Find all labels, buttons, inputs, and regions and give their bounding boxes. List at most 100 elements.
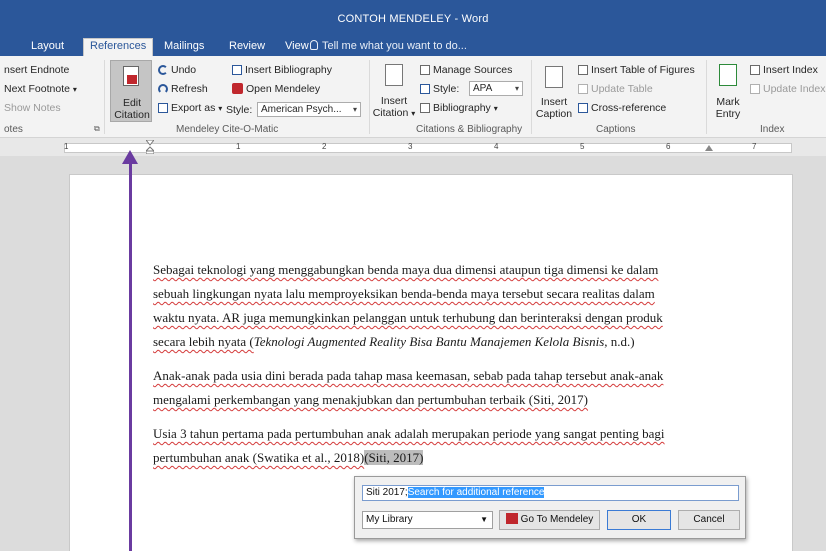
- chevron-down-icon: ▼: [480, 515, 488, 524]
- tab-references[interactable]: References: [83, 38, 154, 56]
- citations-group-label: Citations & Bibliography: [416, 124, 523, 135]
- search-selected-text: Search for additional reference: [407, 487, 545, 498]
- group-divider: [706, 60, 707, 134]
- insert-citation-label-2: Citation ▾: [372, 107, 416, 119]
- insert-index-label: Insert Index: [763, 64, 818, 76]
- edit-citation-label-2: Citation: [114, 109, 150, 121]
- undo-button[interactable]: Undo: [158, 64, 196, 77]
- go-to-mendeley-label: Go To Mendeley: [520, 514, 594, 525]
- insert-caption-label-1: Insert: [540, 96, 568, 108]
- insert-caption-label-2: Caption: [535, 108, 573, 120]
- tab-layout[interactable]: Layout: [25, 39, 70, 56]
- cancel-button[interactable]: Cancel: [678, 510, 740, 530]
- paragraph-line: sebuah lingkungan nyata lalu memproyeksi…: [153, 286, 655, 301]
- footnotes-group-label: otes: [4, 124, 23, 135]
- export-icon: [158, 103, 168, 113]
- insert-endnote-button[interactable]: nsert Endnote: [4, 64, 69, 77]
- group-divider: [104, 60, 105, 134]
- library-select[interactable]: My Library ▼: [362, 511, 493, 529]
- update-table-button[interactable]: Update Table: [578, 83, 653, 96]
- ribbon: nsert Endnote Next Footnote ▾ Show Notes…: [0, 56, 826, 138]
- ruler-number: 3: [408, 142, 413, 151]
- paragraph-line: pertumbuhan anak (Swatika et al., 2018)(…: [153, 450, 424, 465]
- update-index-label: Update Index: [763, 83, 826, 95]
- mendeley-style-value: American Psych...: [261, 104, 342, 115]
- paragraph-line: Usia 3 tahun pertama pada pertumbuhan an…: [153, 426, 665, 441]
- citation-search-dialog: Siti 2017;Search for additional referenc…: [354, 476, 746, 539]
- citation-style-select[interactable]: APA ▾: [469, 81, 523, 96]
- mark-entry-label-1: Mark: [716, 96, 740, 108]
- insert-index-icon: [750, 65, 760, 75]
- open-mendeley-button[interactable]: Open Mendeley: [232, 83, 320, 96]
- paragraph-line: waktu nyata. AR juga memungkinkan pelang…: [153, 310, 663, 325]
- chevron-down-icon: ▾: [72, 85, 77, 94]
- ruler-bar: [64, 143, 792, 153]
- mendeley-icon: [505, 513, 518, 524]
- update-index-button[interactable]: Update Index: [750, 83, 825, 96]
- insert-citation-icon: [385, 64, 403, 86]
- bibliography-label: Bibliography: [433, 102, 491, 114]
- tell-me-box[interactable]: Tell me what you want to do...: [310, 39, 467, 54]
- annotation-arrow: [129, 160, 132, 551]
- insert-table-of-figures-label: Insert Table of Figures: [591, 64, 695, 76]
- undo-icon: [158, 65, 168, 75]
- cross-reference-button[interactable]: Cross-reference: [578, 102, 666, 115]
- insert-bibliography-label: Insert Bibliography: [245, 64, 332, 76]
- go-to-mendeley-button[interactable]: Go To Mendeley: [499, 510, 600, 530]
- ribbon-tabs: Layout References Mailings Review View T…: [0, 36, 826, 56]
- refresh-icon: [158, 84, 168, 94]
- manage-sources-button[interactable]: Manage Sources: [420, 64, 512, 77]
- paragraph-3[interactable]: Usia 3 tahun pertama pada pertumbuhan an…: [153, 422, 713, 470]
- selected-citation[interactable]: (Siti, 2017): [364, 450, 424, 465]
- annotation-arrow-head: [122, 150, 138, 164]
- dialog-launcher-icon[interactable]: ⧉: [94, 124, 100, 134]
- edit-citation-label-1: Edit: [122, 97, 142, 109]
- insert-citation-button[interactable]: Insert Citation ▾: [372, 60, 416, 122]
- export-as-button[interactable]: Export as ▾: [158, 102, 222, 115]
- insert-table-of-figures-button[interactable]: Insert Table of Figures: [578, 64, 695, 77]
- citation-search-input[interactable]: Siti 2017;Search for additional referenc…: [362, 485, 739, 501]
- edit-citation-button[interactable]: Edit Citation: [110, 60, 152, 122]
- show-notes-button[interactable]: Show Notes: [4, 102, 61, 115]
- paragraph-line: mengalami perkembangan yang menakjubkan …: [153, 392, 589, 407]
- insert-caption-button[interactable]: Insert Caption: [534, 60, 574, 122]
- index-group-label: Index: [760, 124, 785, 135]
- mark-entry-button[interactable]: Mark Entry: [710, 60, 746, 122]
- chevron-down-icon: ▾: [352, 105, 357, 114]
- ruler-number: 6: [666, 142, 671, 151]
- right-indent-marker[interactable]: [705, 145, 713, 151]
- tab-mailings[interactable]: Mailings: [158, 39, 210, 56]
- mendeley-style-label: Style:: [226, 104, 253, 116]
- mendeley-style-select[interactable]: American Psych... ▾: [257, 102, 361, 117]
- bibliography-button[interactable]: Bibliography ▾: [420, 102, 498, 115]
- mendeley-group-label: Mendeley Cite-O-Matic: [176, 124, 279, 135]
- citation-style-value: APA: [473, 83, 493, 94]
- insert-bibliography-button[interactable]: Insert Bibliography: [232, 64, 332, 77]
- ruler-number: 5: [580, 142, 585, 151]
- update-table-icon: [578, 84, 588, 94]
- update-index-icon: [750, 84, 760, 94]
- paragraph-line: secara lebih nyata (Teknologi Augmented …: [153, 334, 635, 349]
- chevron-down-icon: ▾: [218, 104, 223, 113]
- mark-entry-icon: [719, 64, 737, 86]
- library-value: My Library: [366, 514, 413, 525]
- open-mendeley-label: Open Mendeley: [246, 83, 321, 95]
- paragraph-1[interactable]: Sebagai teknologi yang menggabungkan ben…: [153, 258, 713, 354]
- next-footnote-button[interactable]: Next Footnote ▾: [4, 83, 77, 96]
- insert-citation-label-1: Insert: [380, 95, 408, 107]
- ruler-ticks: [70, 146, 785, 148]
- insert-index-button[interactable]: Insert Index: [750, 64, 818, 77]
- refresh-button[interactable]: Refresh: [158, 83, 208, 96]
- cross-reference-icon: [578, 103, 588, 113]
- table-of-figures-icon: [578, 65, 588, 75]
- bibliography-icon: [232, 65, 242, 75]
- title-bar: CONTOH MENDELEY - Word: [0, 0, 826, 36]
- tab-review[interactable]: Review: [223, 39, 271, 56]
- paragraph-2[interactable]: Anak-anak pada usia dini berada pada tah…: [153, 364, 713, 412]
- group-divider: [531, 60, 532, 134]
- paragraph-line: Anak-anak pada usia dini berada pada tah…: [153, 368, 664, 383]
- manage-sources-icon: [420, 65, 430, 75]
- ok-button[interactable]: OK: [607, 510, 671, 530]
- mendeley-icon: [127, 75, 137, 84]
- left-indent-marker[interactable]: [146, 140, 154, 154]
